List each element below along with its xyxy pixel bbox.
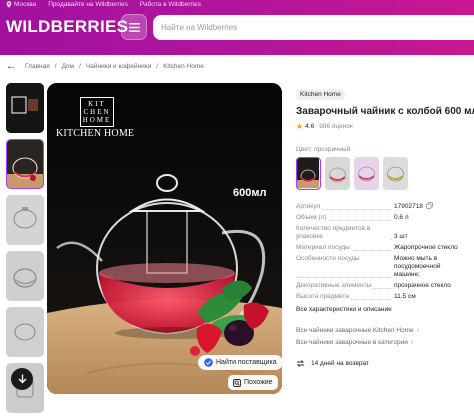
location-pin-icon xyxy=(6,1,12,8)
similar-button[interactable]: Похожие xyxy=(228,375,278,390)
spec-row: Декоративные элементы прозрачное стекло xyxy=(296,282,468,290)
color-label: Цвет: прозрачный xyxy=(296,146,351,153)
brand-logo-line: KIT xyxy=(88,100,106,108)
spec-row: Высота предмета 11.5 см xyxy=(296,293,468,301)
spec-row: Артикул 17902718 xyxy=(296,202,468,211)
search-bar xyxy=(153,15,474,40)
brand-logo-box: KIT CHEN HOME xyxy=(80,97,114,127)
star-icon: ★ xyxy=(296,122,304,131)
brand-link[interactable]: Kitchen Home xyxy=(296,89,345,100)
similar-icon xyxy=(233,378,241,387)
menu-icon xyxy=(128,22,140,32)
copy-icon[interactable] xyxy=(425,202,433,209)
all-specs-label: Все характеристики и описание xyxy=(296,306,392,313)
chevron-right-icon: › xyxy=(416,327,419,334)
spec-value: 3 шт xyxy=(394,233,408,240)
spec-value: Можно мыть в посудомоечной машине; xyxy=(394,255,441,278)
spec-row: Материал посуды Жаропрочное стекло xyxy=(296,244,468,252)
spec-value: 0.6 л xyxy=(394,214,409,221)
article-number: 17902718 xyxy=(394,203,423,210)
spec-value: Жаропрочное стекло xyxy=(394,244,458,251)
supplier-icon xyxy=(204,358,213,367)
category-label: Все чайники заварочные в категории xyxy=(296,339,408,346)
return-arrows-icon xyxy=(296,360,305,367)
product-info: Kitchen Home Заварочный чайник с колбой … xyxy=(296,83,474,368)
color-swatch[interactable] xyxy=(325,157,350,190)
breadcrumb-item[interactable]: Kitchen Home xyxy=(163,63,204,70)
spec-key: Количество предметов в упаковке xyxy=(296,225,390,241)
thumbnail[interactable] xyxy=(6,307,44,357)
color-swatch[interactable] xyxy=(354,157,379,190)
product-title: Заварочный чайник с колбой 600 мл xyxy=(296,106,474,117)
color-swatch[interactable] xyxy=(383,157,408,190)
find-supplier-button[interactable]: Найти поставщика xyxy=(198,355,282,370)
product-main-photo[interactable]: KIT CHEN HOME KITCHEN HOME 600мл Найти п… xyxy=(47,83,282,394)
brand-logo-line: HOME xyxy=(82,116,112,124)
rating-row: ★ 4.6 986 оценок xyxy=(296,122,468,131)
return-policy-label: 14 дней на возврат xyxy=(311,360,369,367)
spec-row: Количество предметов в упаковке 3 шт xyxy=(296,225,468,241)
color-swatches xyxy=(296,157,468,190)
breadcrumb: ← Главная / Дом / Чайники и кофейники / Kit… xyxy=(6,61,204,72)
similar-label: Похожие xyxy=(244,379,273,386)
breadcrumb-separator: / xyxy=(156,63,159,70)
breadcrumb-separator: / xyxy=(79,63,81,70)
brand-name-caption: KITCHEN HOME xyxy=(56,128,135,139)
arrow-down-icon xyxy=(18,374,26,384)
brand-category-link[interactable]: Все чайники заварочные Kitchen Home › xyxy=(296,327,468,334)
logo[interactable]: WILDBERRIES xyxy=(6,17,128,37)
search-input[interactable] xyxy=(161,23,474,32)
menu-button[interactable] xyxy=(121,14,147,40)
city-label: Москва xyxy=(14,1,37,8)
return-policy: 14 дней на возврат xyxy=(296,359,468,368)
all-specs-link[interactable]: Все характеристики и описание xyxy=(296,306,468,313)
spec-value: 17902718 xyxy=(392,202,468,211)
sell-link[interactable]: Продавайте на Wildberries xyxy=(48,1,128,8)
more-links: Все чайники заварочные Kitchen Home › Вс… xyxy=(296,327,468,346)
spec-key: Объем (л) xyxy=(296,214,329,222)
thumbnail-active[interactable] xyxy=(6,139,44,189)
find-supplier-label: Найти поставщика xyxy=(216,359,277,366)
spec-row: Объем (л) 0.6 л xyxy=(296,214,468,222)
breadcrumb-separator: / xyxy=(54,63,57,70)
spec-row: Особенности посуды Можно мыть в посудомо… xyxy=(296,255,468,279)
header: Москва Продавайте на Wildberries Работа … xyxy=(0,0,474,55)
specs-table: Артикул 17902718 Объем (л) 0.6 л Количес… xyxy=(296,202,468,301)
spec-key: Особенности посуды xyxy=(296,255,362,263)
color-swatch-active[interactable] xyxy=(296,157,321,190)
volume-caption: 600мл xyxy=(233,187,267,199)
breadcrumb-item[interactable]: Дом xyxy=(62,63,75,70)
spec-key: Артикул xyxy=(296,203,323,211)
scroll-down-button[interactable] xyxy=(11,368,33,390)
category-link[interactable]: Все чайники заварочные в категории › xyxy=(296,339,468,346)
spec-key: Декоративные элементы xyxy=(296,282,374,290)
thumbnail[interactable] xyxy=(6,83,44,133)
spec-key: Высота предмета xyxy=(296,293,351,301)
thumbnail[interactable] xyxy=(6,251,44,301)
rating-value: 4.6 xyxy=(305,123,315,130)
city-selector[interactable]: Москва xyxy=(6,1,36,8)
spec-key: Материал посуды xyxy=(296,244,352,252)
thumbnail[interactable] xyxy=(6,195,44,245)
brand-logo-line: CHEN xyxy=(83,108,111,116)
breadcrumb-item[interactable]: Чайники и кофейники xyxy=(86,63,151,70)
chevron-right-icon: › xyxy=(410,339,414,346)
reviews-link[interactable]: 986 оценок xyxy=(319,123,353,130)
top-links: Москва Продавайте на Wildberries Работа … xyxy=(6,1,201,8)
back-arrow-icon[interactable]: ← xyxy=(6,61,16,72)
breadcrumb-item[interactable]: Главная xyxy=(25,63,50,70)
spec-value: прозрачное стекло xyxy=(394,282,451,289)
work-link[interactable]: Работа в Wildberries xyxy=(140,1,201,8)
brand-category-label: Все чайники заварочные Kitchen Home xyxy=(296,327,414,334)
spec-value: 11.5 см xyxy=(394,293,416,300)
